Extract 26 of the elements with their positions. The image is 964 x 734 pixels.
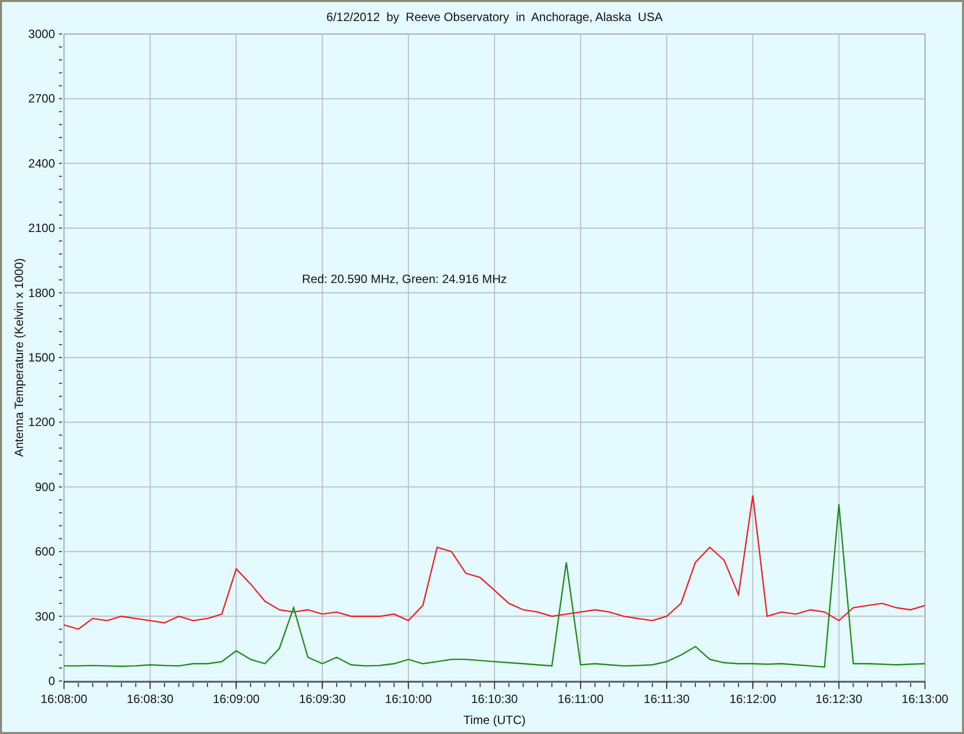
y-tick-label: 1500 (28, 350, 55, 364)
y-tick-label: 1200 (28, 415, 55, 430)
y-tick-label: 1800 (28, 286, 55, 300)
x-axis-title: Time (UTC) (463, 713, 526, 727)
y-tick-label: 300 (34, 609, 55, 624)
x-tick-label: 16:12:30 (816, 692, 862, 706)
chart-title: 6/12/2012 by Reeve Observatory in Anchorage, Alaska USA (326, 10, 663, 24)
y-tick-label: 3000 (28, 27, 55, 41)
x-tick-label: 16:08:00 (40, 692, 88, 706)
x-tick-label: 16:09:00 (212, 692, 260, 706)
x-tick-label: 16:10:00 (385, 692, 432, 706)
y-tick-label: 2100 (28, 221, 55, 236)
x-tick-label: 16:09:30 (298, 692, 346, 706)
y-tick-label: 0 (48, 674, 55, 688)
y-tick-label: 2700 (28, 92, 55, 106)
y-tick-label: 600 (34, 544, 55, 559)
x-tick-label: 16:11:30 (644, 692, 690, 706)
x-tick-label: 16:11:00 (558, 692, 604, 706)
y-tick-label: 2400 (28, 156, 55, 170)
x-tick-label: 16:08:30 (126, 692, 174, 706)
y-axis-title: Antenna Temperature (Kelvin x 1000) (12, 258, 26, 457)
x-tick-label: 16:13:00 (902, 692, 948, 706)
x-tick-label: 16:10:30 (471, 692, 518, 706)
y-tick-label: 900 (34, 480, 55, 494)
x-tick-label: 16:12:00 (729, 692, 776, 706)
legend-text: Red: 20.590 MHz, Green: 24.916 MHz (302, 272, 507, 286)
